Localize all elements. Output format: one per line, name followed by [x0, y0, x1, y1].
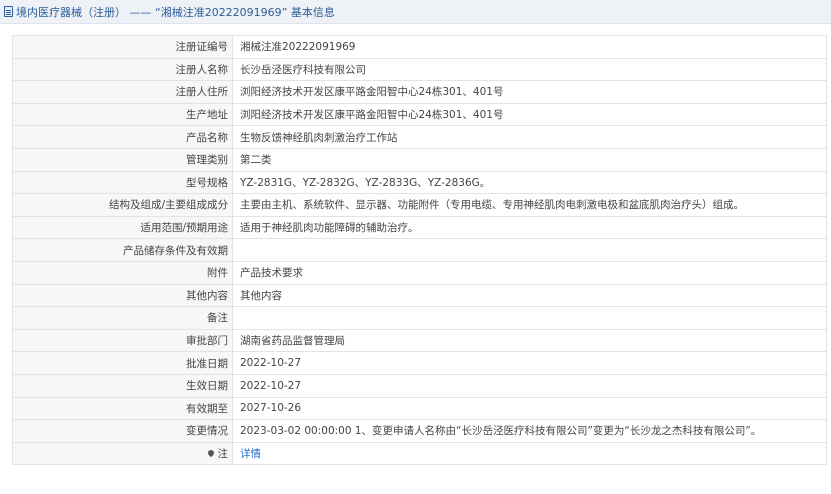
page-title: 境内医疗器械（注册） —— “湘械注准20222091969” 基本信息	[16, 5, 335, 19]
table-row: 适用范围/预期用途 适用于神经肌肉功能障碍的辅助治疗。	[12, 215, 827, 240]
table-row: 备注	[12, 306, 827, 330]
table-row: 批准日期 2022-10-27	[12, 351, 827, 375]
table-row: 注册人名称 长沙岳泾医疗科技有限公司	[12, 57, 827, 82]
field-value: 2023-03-02 00:00:00 1、变更申请人名称由“长沙岳泾医疗科技有…	[232, 419, 827, 443]
field-value: 其他内容	[232, 283, 827, 308]
field-label: 结构及组成/主要组成成分	[12, 193, 233, 217]
table-row: 其他内容 其他内容	[12, 283, 827, 308]
field-label: 注册人名称	[12, 57, 233, 82]
field-label: 生效日期	[12, 373, 233, 398]
field-label: 有效期至	[12, 396, 233, 421]
table-row: 注册证编号 湘械注准20222091969	[12, 35, 827, 59]
detail-link[interactable]: 详情	[240, 448, 261, 460]
field-value: 浏阳经济技术开发区康平路金阳智中心24栋301、401号	[232, 80, 827, 104]
field-value: 2027-10-26	[232, 396, 827, 421]
location-pin-icon	[206, 448, 215, 458]
field-label: 批准日期	[12, 351, 233, 375]
table-row: 结构及组成/主要组成成分 主要由主机、系统软件、显示器、功能附件（专用电缆、专用…	[12, 193, 827, 217]
field-value: 生物反馈神经肌肉刺激治疗工作站	[232, 125, 827, 149]
detail-cell: 详情	[232, 441, 827, 466]
field-value: YZ-2831G、YZ-2832G、YZ-2833G、YZ-2836G。	[232, 170, 827, 195]
field-label: 变更情况	[12, 419, 233, 443]
field-value: 2022-10-27	[232, 373, 827, 398]
field-value: 湖南省药品监督管理局	[232, 328, 827, 353]
field-value: 长沙岳泾医疗科技有限公司	[232, 57, 827, 82]
field-label: 其他内容	[12, 283, 233, 308]
page-header: 境内医疗器械（注册） —— “湘械注准20222091969” 基本信息	[0, 0, 831, 24]
field-label: 产品储存条件及有效期	[12, 238, 233, 262]
table-row: 产品储存条件及有效期	[12, 238, 827, 262]
field-value: 第二类	[232, 147, 827, 172]
table-row: 有效期至 2027-10-26	[12, 396, 827, 421]
info-table-container: 注册证编号 湘械注准20222091969 注册人名称 长沙岳泾医疗科技有限公司…	[12, 35, 827, 466]
field-value: 2022-10-27	[232, 351, 827, 375]
table-row: 型号规格 YZ-2831G、YZ-2832G、YZ-2833G、YZ-2836G…	[12, 170, 827, 195]
field-label: 管理类别	[12, 147, 233, 172]
page: 境内医疗器械（注册） —— “湘械注准20222091969” 基本信息 注册证…	[0, 0, 831, 494]
field-label: 审批部门	[12, 328, 233, 353]
field-label: 注册证编号	[12, 35, 233, 59]
note-label: 注	[217, 447, 229, 460]
table-row: 注册人住所 浏阳经济技术开发区康平路金阳智中心24栋301、401号	[12, 80, 827, 104]
field-value	[232, 306, 827, 330]
table-row: 生效日期 2022-10-27	[12, 373, 827, 398]
note-label-cell: 注	[12, 441, 233, 466]
field-value	[232, 238, 827, 262]
table-row: 管理类别 第二类	[12, 147, 827, 172]
table-row-note: 注 详情	[12, 441, 827, 466]
field-label: 适用范围/预期用途	[12, 215, 233, 240]
field-value: 湘械注准20222091969	[232, 35, 827, 59]
field-label: 注册人住所	[12, 80, 233, 104]
document-icon	[4, 6, 13, 17]
field-label: 备注	[12, 306, 233, 330]
field-value: 主要由主机、系统软件、显示器、功能附件（专用电缆、专用神经肌肉电刺激电极和盆底肌…	[232, 193, 827, 217]
field-value: 浏阳经济技术开发区康平路金阳智中心24栋301、401号	[232, 102, 827, 127]
field-label: 附件	[12, 260, 233, 285]
field-label: 产品名称	[12, 125, 233, 149]
table-row: 产品名称 生物反馈神经肌肉刺激治疗工作站	[12, 125, 827, 149]
table-row: 审批部门 湖南省药品监督管理局	[12, 328, 827, 353]
field-label: 型号规格	[12, 170, 233, 195]
field-value: 适用于神经肌肉功能障碍的辅助治疗。	[232, 215, 827, 240]
field-value: 产品技术要求	[232, 260, 827, 285]
table-row: 变更情况 2023-03-02 00:00:00 1、变更申请人名称由“长沙岳泾…	[12, 419, 827, 443]
field-label: 生产地址	[12, 102, 233, 127]
info-table: 注册证编号 湘械注准20222091969 注册人名称 长沙岳泾医疗科技有限公司…	[12, 35, 827, 466]
table-row: 附件 产品技术要求	[12, 260, 827, 285]
table-row: 生产地址 浏阳经济技术开发区康平路金阳智中心24栋301、401号	[12, 102, 827, 127]
